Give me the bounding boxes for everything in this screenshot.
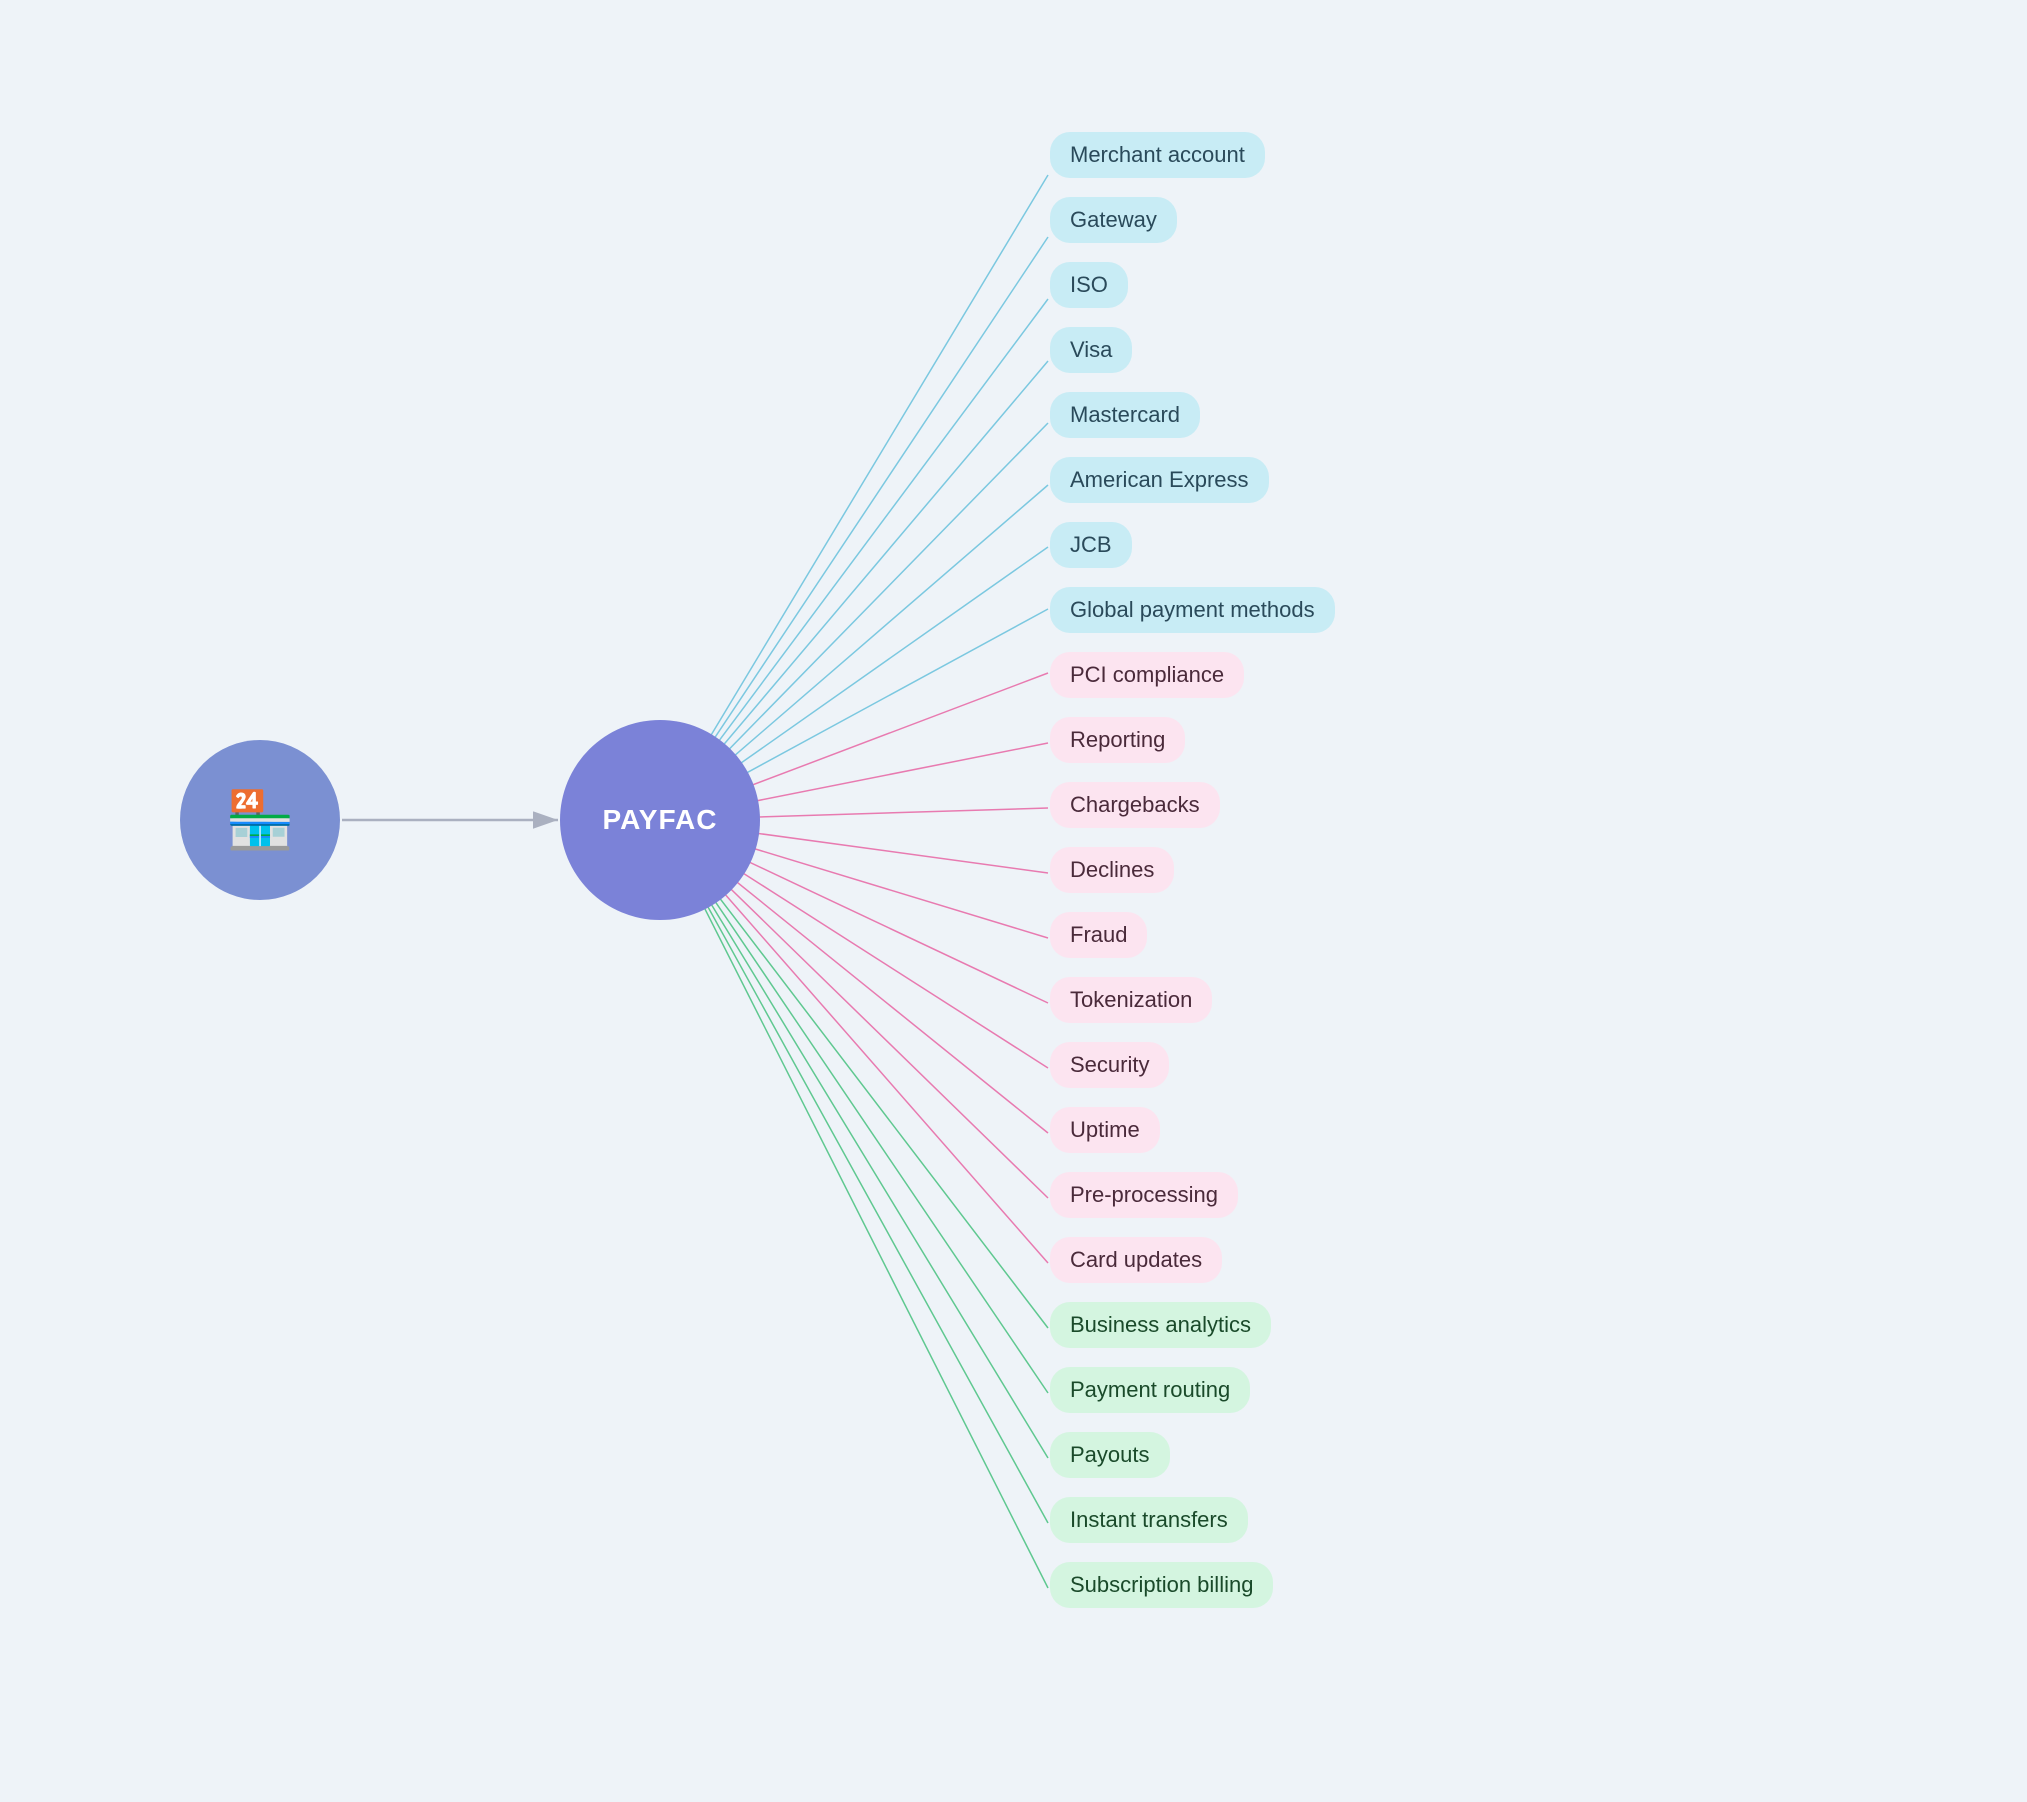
node-payment-routing: Payment routing xyxy=(1050,1367,1250,1413)
payfac-label: PAYFAC xyxy=(603,804,718,836)
node-reporting: Reporting xyxy=(1050,717,1185,763)
node-security: Security xyxy=(1050,1042,1169,1088)
node-tokenization: Tokenization xyxy=(1050,977,1212,1023)
node-gateway: Gateway xyxy=(1050,197,1177,243)
node-declines: Declines xyxy=(1050,847,1174,893)
diagram: 🏪 PAYFAC Merchant account Gateway ISO Vi… xyxy=(0,0,2027,1802)
node-global-payment: Global payment methods xyxy=(1050,587,1335,633)
node-merchant-account: Merchant account xyxy=(1050,132,1265,178)
node-american-express: American Express xyxy=(1050,457,1269,503)
node-subscription-billing: Subscription billing xyxy=(1050,1562,1273,1608)
store-icon: 🏪 xyxy=(225,787,295,853)
node-business-analytics: Business analytics xyxy=(1050,1302,1271,1348)
node-iso: ISO xyxy=(1050,262,1128,308)
node-payouts: Payouts xyxy=(1050,1432,1170,1478)
node-mastercard: Mastercard xyxy=(1050,392,1200,438)
node-chargebacks: Chargebacks xyxy=(1050,782,1220,828)
payfac-circle: PAYFAC xyxy=(560,720,760,920)
node-visa: Visa xyxy=(1050,327,1132,373)
node-jcb: JCB xyxy=(1050,522,1132,568)
node-instant-transfers: Instant transfers xyxy=(1050,1497,1248,1543)
connection-lines xyxy=(0,0,2027,1802)
node-uptime: Uptime xyxy=(1050,1107,1160,1153)
node-fraud: Fraud xyxy=(1050,912,1147,958)
node-card-updates: Card updates xyxy=(1050,1237,1222,1283)
node-pre-processing: Pre-processing xyxy=(1050,1172,1238,1218)
node-pci: PCI compliance xyxy=(1050,652,1244,698)
merchant-icon: 🏪 xyxy=(180,740,340,900)
